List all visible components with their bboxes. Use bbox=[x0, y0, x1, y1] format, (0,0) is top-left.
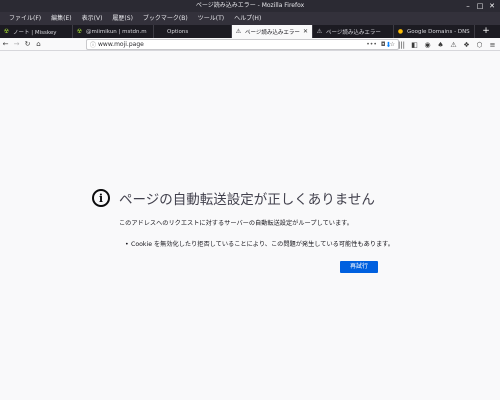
tab-misskey[interactable]: ☢ ノート | Misskey bbox=[0, 25, 73, 38]
tab-label: Google Domains - DNS bbox=[407, 28, 470, 35]
window-controls: – □ ✕ bbox=[464, 2, 496, 10]
tab-label: ページ読み込みエラー bbox=[326, 29, 381, 36]
toolbar-right: ⬇ ||| ◧ ◉ ♠ ⚠ ❖ ⬡ ≡ bbox=[383, 39, 498, 50]
tab-strip: ☢ ノート | Misskey ☢ @miimikun | mstdn.m Op… bbox=[0, 25, 500, 38]
blank-icon bbox=[157, 28, 164, 35]
tab-label: ページ読み込みエラー bbox=[245, 29, 300, 36]
menu-history[interactable]: 履歴(S) bbox=[107, 12, 138, 25]
navigation-bar: ← → ↻ ⌂ ⓘ www.moji.page ••• ◘ ☆ ⬇ ||| ◧ … bbox=[0, 38, 500, 51]
info-icon[interactable]: ⓘ bbox=[90, 40, 98, 49]
error-list: • Cookie を無効化したり拒否していることにより、この問題が発生している可能… bbox=[125, 239, 394, 248]
reload-button[interactable]: ↻ bbox=[22, 39, 33, 50]
maximize-button[interactable]: □ bbox=[476, 2, 484, 10]
new-tab-button[interactable]: + bbox=[479, 25, 493, 38]
close-window-button[interactable]: ✕ bbox=[488, 2, 496, 10]
hamburger-menu-icon[interactable]: ≡ bbox=[487, 39, 498, 50]
error-description: このアドレスへのリクエストに対するサーバーの自動転送設定がループしています。 bbox=[119, 220, 353, 227]
page-actions-icon[interactable]: ••• bbox=[366, 41, 377, 48]
error-title: ページの自動転送設定が正しくありません bbox=[119, 192, 375, 208]
list-item: Cookie を無効化したり拒否していることにより、この問題が発生している可能性… bbox=[131, 241, 394, 248]
extension-icon[interactable]: ◉ bbox=[422, 39, 433, 50]
tab-label: @miimikun | mstdn.m bbox=[86, 28, 147, 35]
tab-google-domains[interactable]: ● Google Domains - DNS bbox=[394, 25, 475, 38]
menu-file[interactable]: ファイル(F) bbox=[4, 12, 46, 25]
retry-button[interactable]: 再試行 bbox=[340, 261, 378, 273]
back-button[interactable]: ← bbox=[0, 39, 11, 50]
page-content: i ページの自動転送設定が正しくありません このアドレスへのリクエストに対するサ… bbox=[0, 51, 500, 400]
extension-icon[interactable]: ⚠ bbox=[448, 39, 459, 50]
sidebar-icon[interactable]: ◧ bbox=[409, 39, 420, 50]
extension-icon[interactable]: ♠ bbox=[435, 39, 446, 50]
url-bar[interactable]: ⓘ www.moji.page ••• ◘ ☆ bbox=[86, 39, 399, 50]
menu-bar: ファイル(F) 編集(E) 表示(V) 履歴(S) ブックマーク(B) ツール(… bbox=[0, 12, 500, 25]
forward-button[interactable]: → bbox=[11, 39, 22, 50]
library-icon[interactable]: ||| bbox=[396, 39, 407, 50]
window-titlebar: ページ読み込みエラー - Mozilla Firefox – □ ✕ bbox=[0, 0, 500, 12]
warning-icon: ⚠ bbox=[235, 28, 242, 35]
home-button[interactable]: ⌂ bbox=[33, 39, 44, 50]
tab-options[interactable]: Options bbox=[154, 25, 232, 38]
radiation-icon: ☢ bbox=[76, 28, 83, 35]
download-icon[interactable]: ⬇ bbox=[383, 39, 394, 50]
tab-label: ノート | Misskey bbox=[13, 29, 57, 36]
tab-error-active[interactable]: ⚠ ページ読み込みエラー ✕ bbox=[232, 25, 313, 38]
menu-view[interactable]: 表示(V) bbox=[77, 12, 108, 25]
url-text[interactable]: www.moji.page bbox=[98, 41, 362, 48]
window-title: ページ読み込みエラー - Mozilla Firefox bbox=[195, 2, 305, 9]
tab-label: Options bbox=[167, 28, 189, 35]
menu-tools[interactable]: ツール(T) bbox=[193, 12, 229, 25]
warning-icon: ⚠ bbox=[316, 28, 323, 35]
menu-edit[interactable]: 編集(E) bbox=[46, 12, 76, 25]
menu-help[interactable]: ヘルプ(H) bbox=[229, 12, 266, 25]
minimize-button[interactable]: – bbox=[464, 2, 472, 10]
google-icon: ● bbox=[397, 28, 404, 35]
extension-icon[interactable]: ❖ bbox=[461, 39, 472, 50]
menu-bookmarks[interactable]: ブックマーク(B) bbox=[138, 12, 193, 25]
info-icon: i bbox=[92, 189, 110, 207]
extension-icon[interactable]: ⬡ bbox=[474, 39, 485, 50]
tab-error[interactable]: ⚠ ページ読み込みエラー bbox=[313, 25, 394, 38]
radiation-icon: ☢ bbox=[3, 28, 10, 35]
tab-mastodon[interactable]: ☢ @miimikun | mstdn.m bbox=[73, 25, 154, 38]
close-tab-icon[interactable]: ✕ bbox=[302, 28, 309, 35]
